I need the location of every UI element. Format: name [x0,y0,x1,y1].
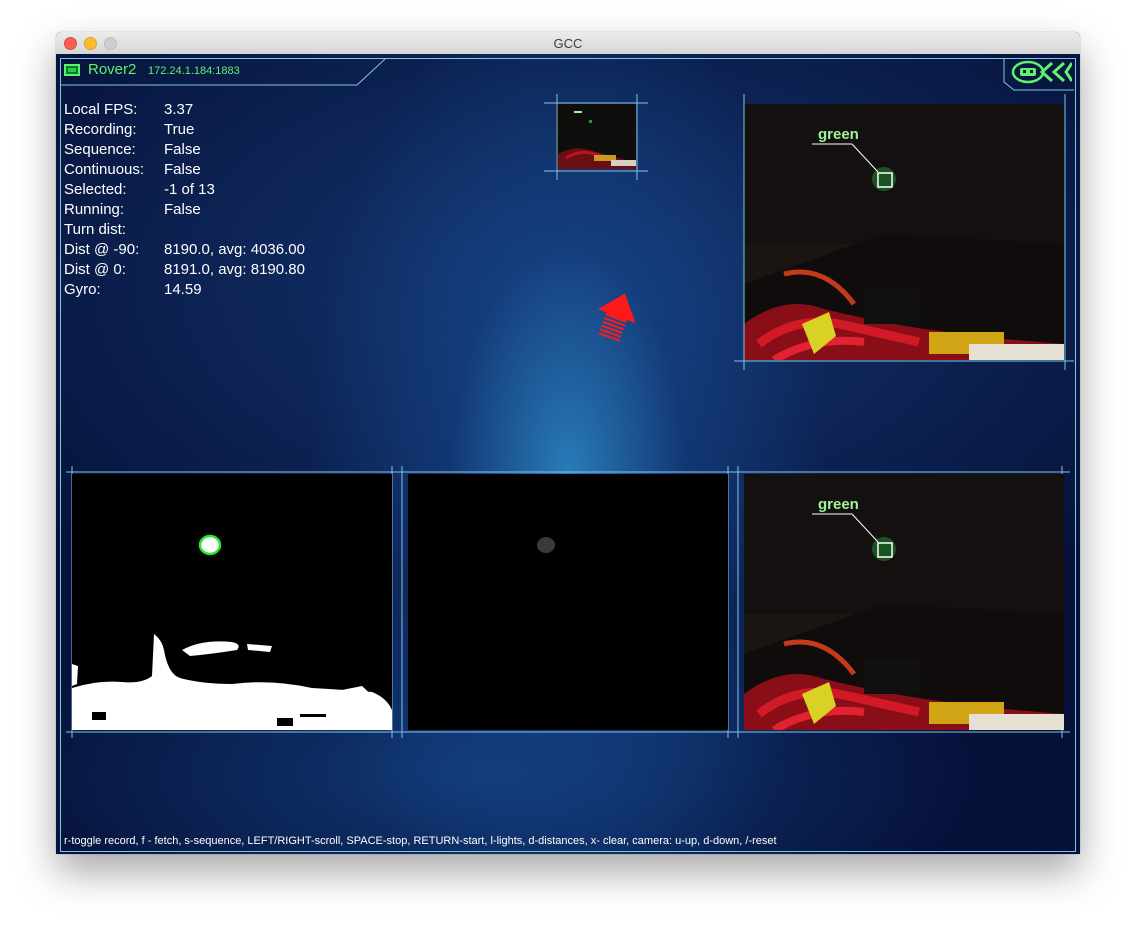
camera-feed-bottom[interactable]: green [744,474,1064,730]
info-value: False [164,141,201,158]
info-value: -1 of 13 [164,181,215,198]
filtered-mask-panel[interactable] [408,474,728,730]
info-label: Continuous: [64,161,145,178]
info-value: False [164,201,201,218]
tracking-overlay [812,143,893,188]
threshold-mask-image [72,474,392,730]
info-label: Selected: [64,181,127,198]
info-row: Selected: -1 of 13 [64,180,305,200]
info-label: Turn dist: [64,221,126,238]
info-row: Dist @ -90: 8190.0, avg: 4036.00 [64,240,305,260]
info-label: Sequence: [64,141,136,158]
info-row: Turn dist: [64,220,305,240]
info-label: Dist @ -90: [64,241,140,258]
info-value: 14.59 [164,281,202,298]
window-title: GCC [553,36,583,51]
info-label: Recording: [64,121,137,138]
filtered-mask-image [408,474,728,730]
info-row: Continuous: False [64,160,305,180]
info-row: Sequence: False [64,140,305,160]
tracking-overlay [812,513,893,558]
info-label: Local FPS: [64,101,138,118]
info-value: 8190.0, avg: 4036.00 [164,241,305,258]
gcc-logo-icon [1011,60,1072,84]
telemetry-info: Local FPS: 3.37 Recording: True Sequence: F… [64,100,305,300]
info-label: Dist @ 0: [64,261,126,278]
info-row: Local FPS: 3.37 [64,100,305,120]
thumbnail-preview[interactable] [556,104,636,169]
keyboard-help-text: r-toggle record, f - fetch, s-sequence, … [64,835,777,847]
info-value: True [164,121,195,138]
connection-status-icon [64,64,80,76]
info-row: Dist @ 0: 8191.0, avg: 8190.80 [64,260,305,280]
info-label: Gyro: [64,281,101,298]
direction-arrow-icon [597,293,636,342]
info-value: False [164,161,201,178]
info-label: Running: [64,201,125,218]
info-value: 3.37 [164,101,194,118]
main-canvas[interactable]: Rover2 172.24.1.184:1883 Local FPS: 3.37 … [56,54,1080,854]
robot-name: Rover2 [88,61,137,78]
threshold-mask-panel[interactable] [72,474,392,730]
info-row: Running: False [64,200,305,220]
info-row: Recording: True [64,120,305,140]
info-row: Gyro: 14.59 [64,280,305,300]
app-window: GCC Rover2 172.24.1.184:1883 Local FPS: 3… [56,32,1080,854]
robot-address: 172.24.1.184:1883 [148,65,240,77]
camera-feed-top[interactable]: green [744,104,1064,360]
title-bar: GCC [56,32,1080,55]
info-value: 8191.0, avg: 8190.80 [164,261,305,278]
thumbnail-image [556,104,636,169]
